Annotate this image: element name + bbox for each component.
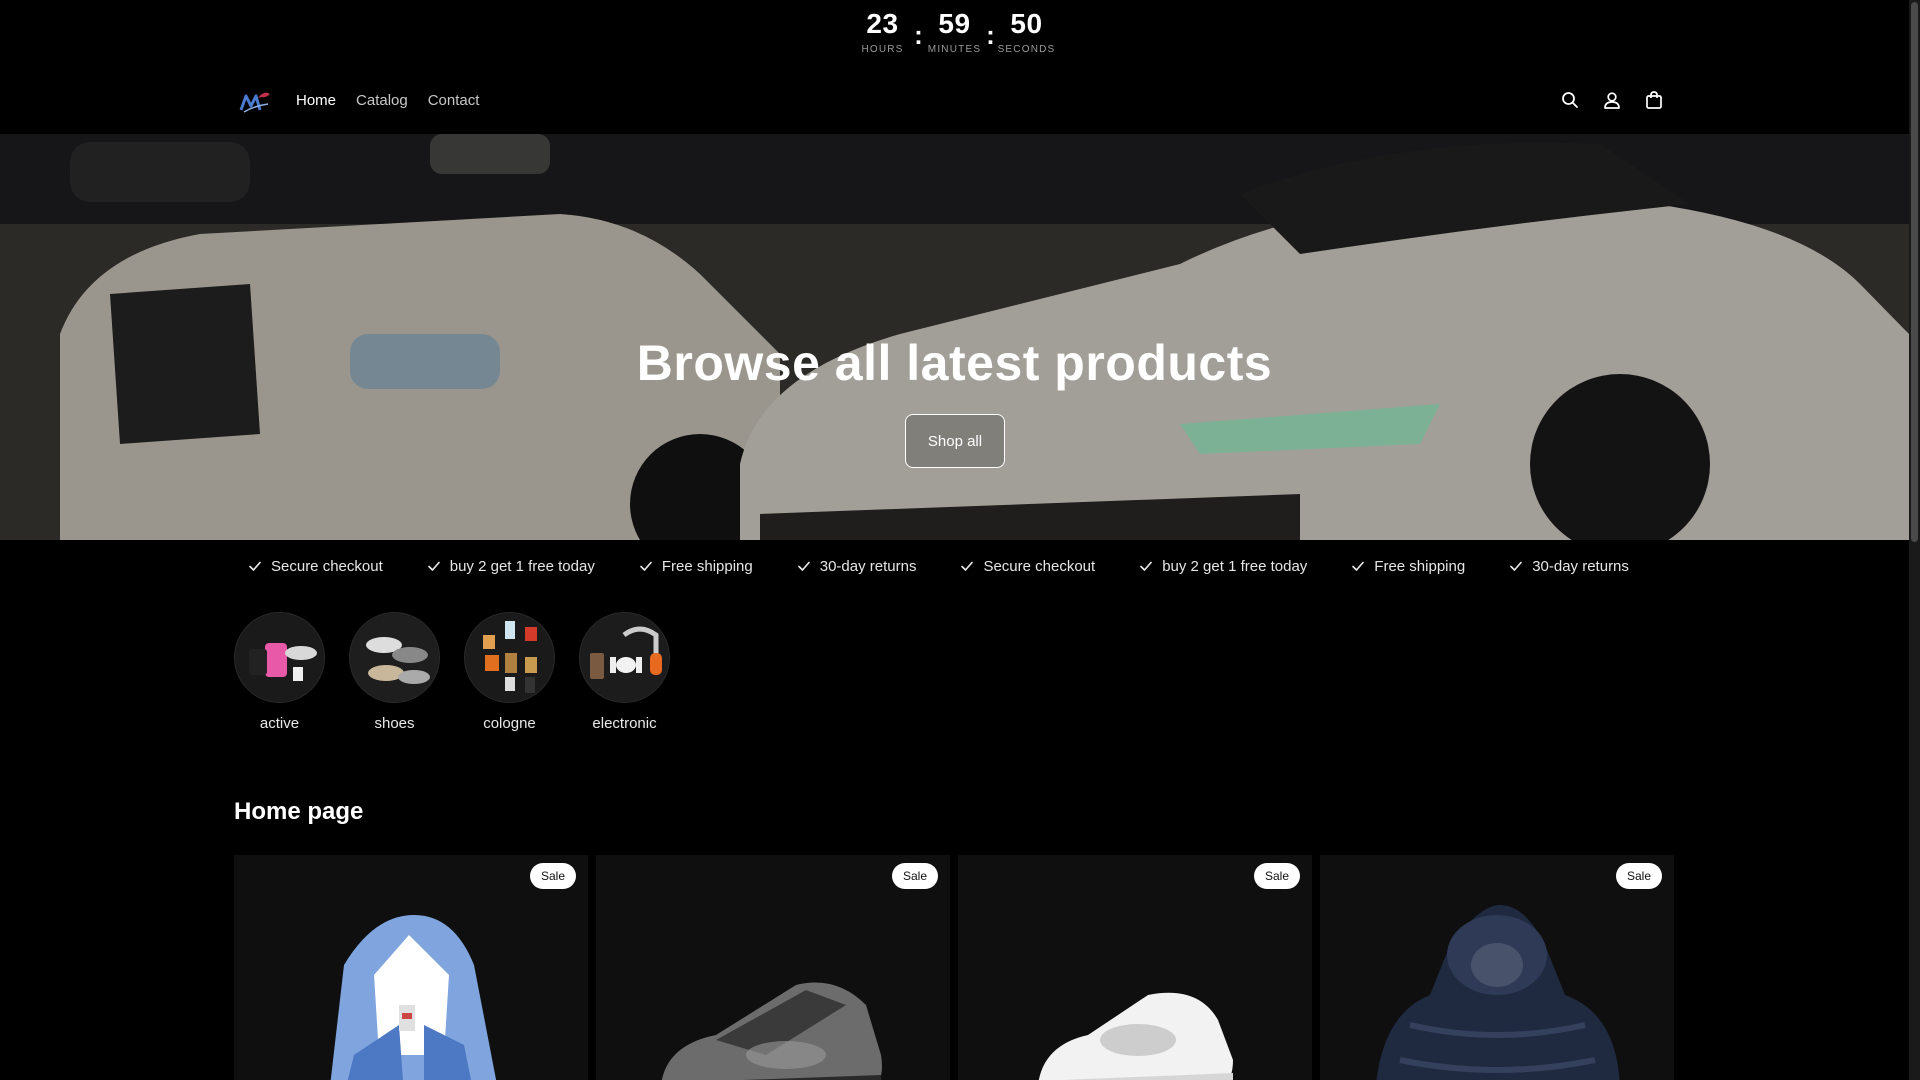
marquee-item: Free shipping xyxy=(1337,558,1495,575)
marquee-text: 30-day returns xyxy=(819,557,917,575)
marquee-item: buy 2 get 1 free today xyxy=(413,558,625,575)
category-label: electronic xyxy=(592,715,657,732)
product-card[interactable]: Sale xyxy=(234,855,588,1080)
section-title: Home page xyxy=(234,798,364,825)
hours-value: 23 xyxy=(866,8,899,39)
marquee-item: buy 2 get 1 free today xyxy=(1125,558,1337,575)
header-icons xyxy=(1558,88,1666,112)
category-label: shoes xyxy=(374,715,415,732)
scrollbar-thumb[interactable] xyxy=(1911,2,1918,542)
main-nav: Home Catalog Contact xyxy=(296,90,479,112)
check-icon xyxy=(961,561,974,571)
nav-home[interactable]: Home xyxy=(296,90,336,112)
category-shoes[interactable]: shoes xyxy=(349,612,440,732)
check-icon xyxy=(1140,561,1153,571)
category-image xyxy=(579,612,670,703)
marquee-text: Secure checkout xyxy=(983,557,1096,575)
countdown-timer: 23 HOURS : 59 MINUTES : 50 SECONDS xyxy=(0,0,1909,70)
account-icon[interactable] xyxy=(1600,88,1624,112)
product-grid: Sale Sale Sale Sale xyxy=(234,855,1674,1080)
product-card[interactable]: Sale xyxy=(596,855,950,1080)
seconds-label: SECONDS xyxy=(997,44,1056,55)
check-icon xyxy=(249,561,261,571)
product-card[interactable]: Sale xyxy=(958,855,1312,1080)
category-cologne[interactable]: cologne xyxy=(464,612,555,732)
category-label: active xyxy=(259,715,300,732)
marquee-item: Secure checkout xyxy=(234,558,413,575)
product-card[interactable]: Sale xyxy=(1320,855,1674,1080)
marquee-item: Secure checkout xyxy=(946,558,1125,575)
sale-badge: Sale xyxy=(1253,863,1300,889)
marquee-text: Free shipping xyxy=(661,557,753,575)
site-header: Home Catalog Contact xyxy=(0,70,1909,134)
marquee-text: 30-day returns xyxy=(1532,557,1629,575)
category-image xyxy=(464,612,555,703)
nav-catalog[interactable]: Catalog xyxy=(356,90,408,112)
category-active[interactable]: active xyxy=(234,612,325,732)
minutes-value: 59 xyxy=(938,8,971,39)
category-list: active shoes cologne electronic xyxy=(234,612,670,732)
category-label: cologne xyxy=(483,715,536,732)
hero-banner: Browse all latest products Shop all xyxy=(0,134,1909,540)
marquee-item: Free shipping xyxy=(625,558,783,575)
sale-badge: Sale xyxy=(1615,863,1662,889)
product-image xyxy=(596,855,950,1080)
search-icon[interactable] xyxy=(1558,88,1582,112)
countdown-hours: 23 HOURS xyxy=(847,8,919,55)
countdown-seconds: 50 SECONDS xyxy=(991,8,1063,55)
check-icon xyxy=(639,561,652,571)
category-electronic[interactable]: electronic xyxy=(579,612,670,732)
check-icon xyxy=(1510,561,1523,571)
product-image xyxy=(958,855,1312,1080)
check-icon xyxy=(1352,561,1365,571)
product-image xyxy=(1320,855,1674,1080)
sale-badge: Sale xyxy=(529,863,576,889)
category-image xyxy=(349,612,440,703)
hours-label: HOURS xyxy=(861,44,904,55)
marquee-item: 30-day returns xyxy=(1495,558,1659,575)
check-icon xyxy=(427,561,440,571)
product-image xyxy=(234,855,588,1080)
shop-all-button[interactable]: Shop all xyxy=(905,414,1005,468)
minutes-label: MINUTES xyxy=(927,44,982,55)
cart-icon[interactable] xyxy=(1642,88,1666,112)
countdown-minutes: 59 MINUTES xyxy=(919,8,991,55)
marquee-text: buy 2 get 1 free today xyxy=(1162,557,1308,575)
marquee-text: buy 2 get 1 free today xyxy=(449,557,595,575)
marquee-text: Secure checkout xyxy=(271,557,383,575)
brand-logo[interactable] xyxy=(238,88,272,116)
seconds-value: 50 xyxy=(1010,8,1043,39)
marquee-text: Free shipping xyxy=(1374,557,1466,575)
announcement-marquee: Secure checkout buy 2 get 1 free today F… xyxy=(234,540,1675,592)
nav-contact[interactable]: Contact xyxy=(428,90,480,112)
category-image xyxy=(234,612,325,703)
page-scrollbar[interactable] xyxy=(1909,0,1920,1080)
hero-title: Browse all latest products xyxy=(636,335,1273,391)
sale-badge: Sale xyxy=(891,863,938,889)
check-icon xyxy=(797,561,810,571)
marquee-track: Secure checkout buy 2 get 1 free today F… xyxy=(234,540,1675,592)
marquee-item: 30-day returns xyxy=(783,558,947,575)
